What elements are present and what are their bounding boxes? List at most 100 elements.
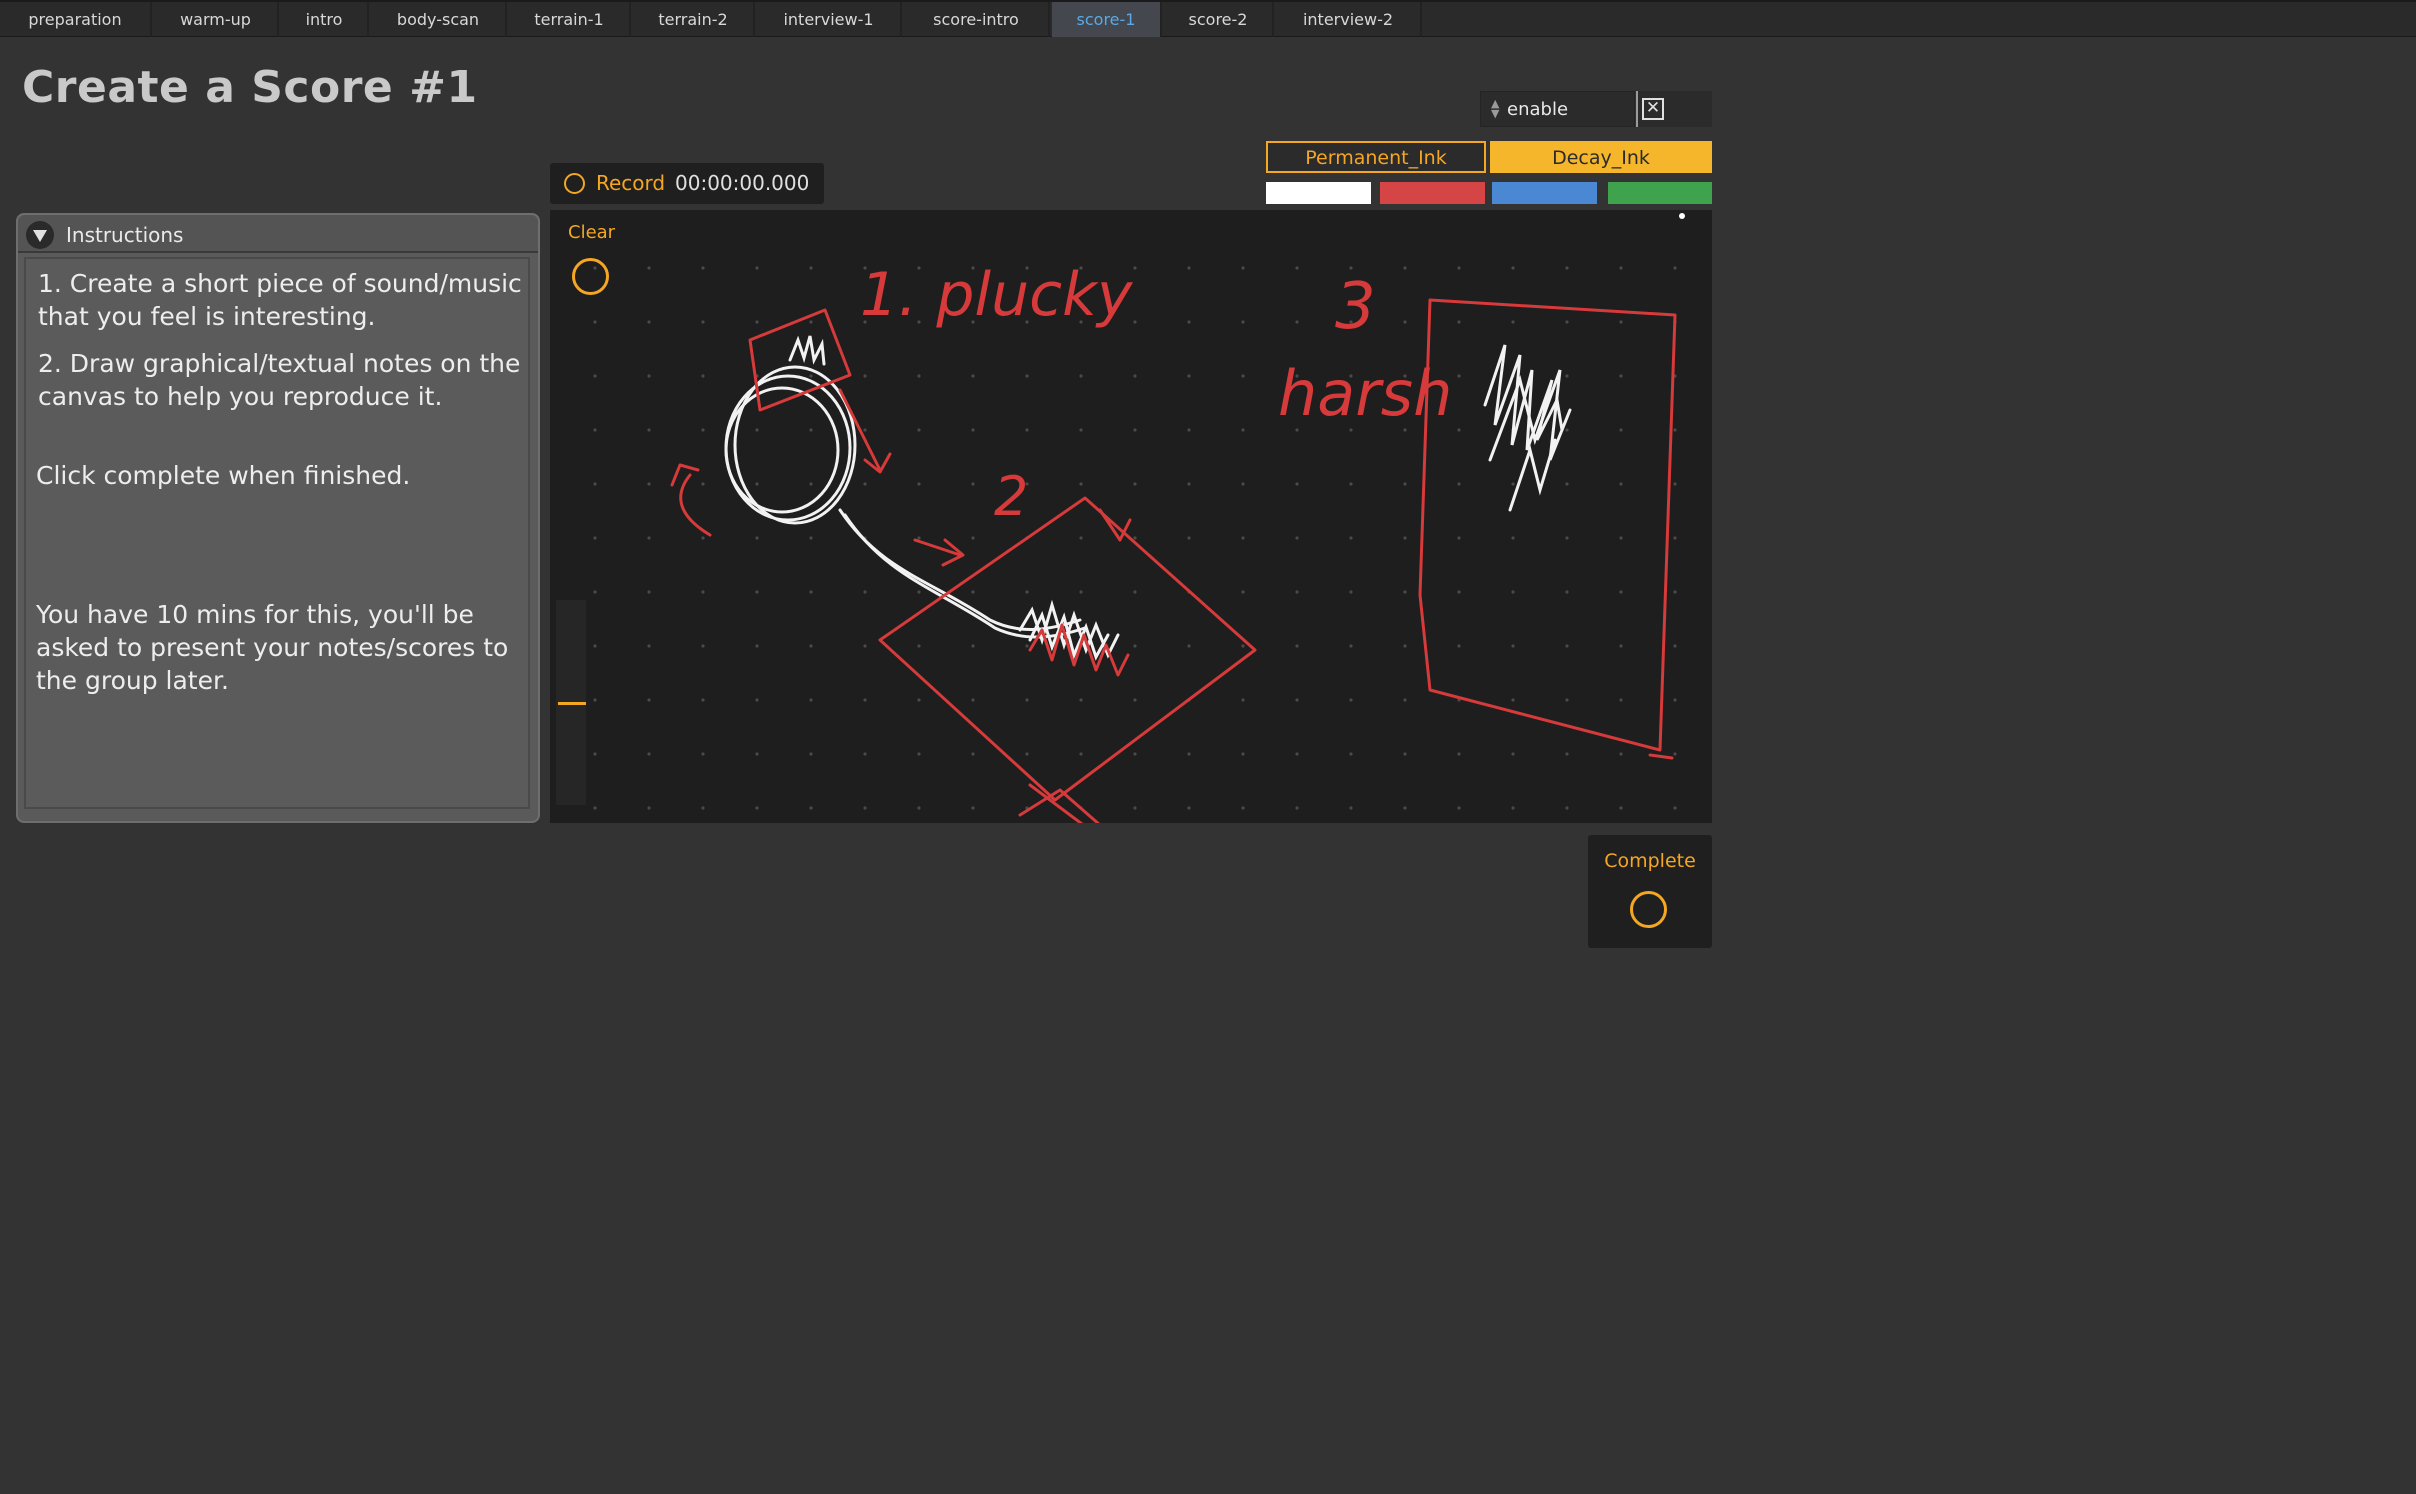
- grid-dot: [1457, 752, 1461, 756]
- grid-dot: [1673, 698, 1677, 702]
- grid-dot: [1511, 644, 1515, 648]
- record-time: 00:00:00.000: [675, 171, 810, 195]
- vertical-slider[interactable]: [556, 600, 586, 805]
- tab-body-scan[interactable]: body-scan: [371, 2, 507, 37]
- grid-dot: [1079, 752, 1083, 756]
- grid-dot: [1241, 374, 1245, 378]
- grid-dot: [1565, 752, 1569, 756]
- tab-score-1[interactable]: score-1: [1052, 2, 1162, 37]
- grid-dot: [971, 806, 975, 810]
- grid-dot: [1241, 590, 1245, 594]
- grid-dot: [1511, 752, 1515, 756]
- grid-dot: [1457, 590, 1461, 594]
- grid-dot: [1133, 320, 1137, 324]
- tab-intro[interactable]: intro: [281, 2, 369, 37]
- grid-dot: [1295, 644, 1299, 648]
- grid-dot: [1619, 752, 1623, 756]
- swatch-red[interactable]: [1380, 182, 1485, 204]
- grid-dot: [863, 698, 867, 702]
- permanent-ink-button[interactable]: Permanent_Ink: [1266, 141, 1486, 173]
- grid-dot: [647, 590, 651, 594]
- grid-dot: [1565, 536, 1569, 540]
- tab-warm-up[interactable]: warm-up: [154, 2, 279, 37]
- grid-dot: [1241, 428, 1245, 432]
- drawing-canvas[interactable]: 1. plucky 2 3 harsh Clear: [550, 210, 1712, 823]
- grid-dot: [1673, 752, 1677, 756]
- grid-dot: [1025, 698, 1029, 702]
- grid-dot: [1565, 482, 1569, 486]
- box-stroke: [748, 308, 852, 412]
- collapse-triangle-icon[interactable]: [26, 221, 54, 249]
- grid-dot: [1079, 374, 1083, 378]
- grid-dot: [917, 374, 921, 378]
- grid-dot: [755, 428, 759, 432]
- decay-ink-button[interactable]: Decay_Ink: [1490, 141, 1712, 173]
- tab-terrain-2[interactable]: terrain-2: [633, 2, 755, 37]
- slider-handle[interactable]: [558, 702, 586, 705]
- stepper-arrows-icon: ▲ ▼: [1491, 97, 1500, 120]
- grid-dot: [1673, 482, 1677, 486]
- grid-dot: [809, 428, 813, 432]
- grid-dot: [1619, 590, 1623, 594]
- grid-dot: [1079, 590, 1083, 594]
- enable-menu[interactable]: ▲ ▼ enable: [1480, 91, 1635, 127]
- tab-preparation[interactable]: preparation: [0, 2, 152, 37]
- checkbox-x-icon[interactable]: ✕: [1642, 98, 1664, 120]
- grid-dot: [1673, 536, 1677, 540]
- tab-score-2[interactable]: score-2: [1164, 2, 1274, 37]
- grid-dot: [1511, 590, 1515, 594]
- grid-dot: [1133, 536, 1137, 540]
- canvas-drawing: 1. plucky 2 3 harsh: [593, 213, 1685, 823]
- grid-dot: [1565, 374, 1569, 378]
- grid-dot: [1403, 536, 1407, 540]
- grid-dot: [971, 482, 975, 486]
- clear-label: Clear: [568, 222, 616, 243]
- swatch-green[interactable]: [1608, 182, 1712, 204]
- complete-button[interactable]: [1630, 891, 1667, 928]
- grid-dot: [1241, 482, 1245, 486]
- grid-dot: [809, 374, 813, 378]
- grid-dot: [1619, 482, 1623, 486]
- swatch-blue[interactable]: [1492, 182, 1597, 204]
- tab-score-intro[interactable]: score-intro: [904, 2, 1050, 37]
- grid-dot: [809, 320, 813, 324]
- grid-dot: [1133, 428, 1137, 432]
- grid-dot: [1187, 806, 1191, 810]
- grid-dot: [1187, 644, 1191, 648]
- instructions-header[interactable]: Instructions: [18, 215, 538, 253]
- grid-dot: [863, 590, 867, 594]
- instructions-title: Instructions: [66, 223, 184, 247]
- record-button-icon[interactable]: [564, 173, 585, 194]
- grid-dot: [1025, 374, 1029, 378]
- grid-dot: [1565, 428, 1569, 432]
- grid-dot: [1619, 374, 1623, 378]
- grid-dot: [1295, 752, 1299, 756]
- grid-dot: [809, 806, 813, 810]
- grid-dot: [1457, 266, 1461, 270]
- clear-button[interactable]: [572, 258, 609, 295]
- tab-terrain-1[interactable]: terrain-1: [509, 2, 631, 37]
- grid-dot: [1511, 806, 1515, 810]
- instruction-step-1: 1. Create a short piece of sound/music t…: [38, 269, 522, 331]
- record-label[interactable]: Record: [596, 171, 665, 195]
- diamond-stroke: [878, 496, 1257, 802]
- grid-dot: [971, 644, 975, 648]
- grid-dot: [809, 752, 813, 756]
- grid-dot: [863, 806, 867, 810]
- grid-dot: [1349, 752, 1353, 756]
- tab-interview-2[interactable]: interview-2: [1276, 2, 1422, 37]
- grid-dot: [1457, 374, 1461, 378]
- tab-interview-1[interactable]: interview-1: [757, 2, 902, 37]
- grid-dot: [755, 698, 759, 702]
- grid-dot: [809, 590, 813, 594]
- grid-dot: [971, 536, 975, 540]
- grid-dot: [755, 320, 759, 324]
- handwritten-labels: 1. plucky 2 3 harsh: [860, 260, 1452, 528]
- grid-dot: [1187, 374, 1191, 378]
- grid-dot: [701, 428, 705, 432]
- grid-dot: [1187, 266, 1191, 270]
- grid-dot: [1133, 806, 1137, 810]
- swatch-white[interactable]: [1266, 182, 1371, 204]
- grid-dot: [1187, 320, 1191, 324]
- grid-dot: [1619, 320, 1623, 324]
